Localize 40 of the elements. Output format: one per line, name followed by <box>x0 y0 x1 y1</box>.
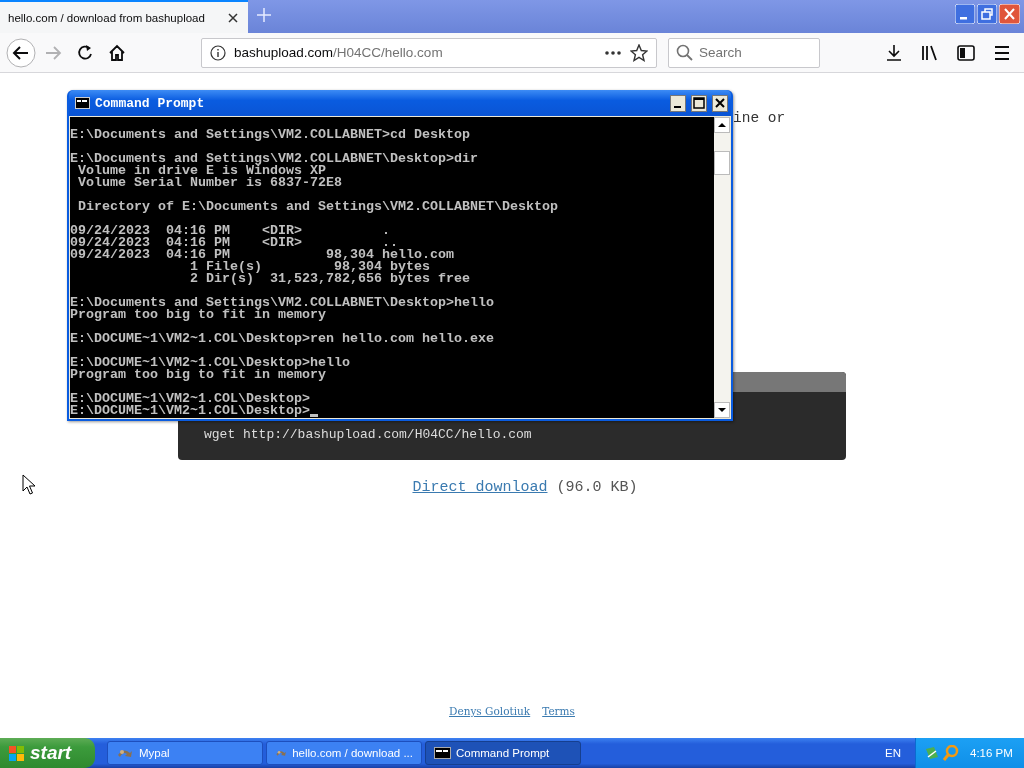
maximize-icon[interactable] <box>691 94 707 112</box>
info-icon[interactable] <box>210 44 226 61</box>
close-icon[interactable] <box>226 10 240 25</box>
download-link[interactable]: Direct download <box>412 479 548 497</box>
back-icon[interactable] <box>6 37 36 68</box>
window-title-bar[interactable]: Command Prompt <box>69 90 731 116</box>
file-size: (96.0 KB) <box>556 479 638 497</box>
start-button[interactable]: start <box>0 738 95 768</box>
scroll-up-icon[interactable] <box>714 117 730 133</box>
sidebar-icon[interactable] <box>957 43 975 62</box>
language-indicator[interactable]: EN <box>885 747 901 759</box>
scroll-down-icon[interactable] <box>714 402 730 418</box>
mouse-pointer-icon <box>22 474 36 495</box>
star-icon[interactable] <box>630 43 648 62</box>
scrollbar-thumb[interactable] <box>714 151 730 175</box>
search-field[interactable]: Search <box>668 37 820 68</box>
download-icon[interactable] <box>885 43 903 62</box>
close-icon[interactable] <box>712 94 728 112</box>
taskbar-button[interactable]: Command Prompt <box>425 741 581 765</box>
reload-icon[interactable] <box>76 43 94 62</box>
minimize-icon[interactable] <box>670 94 686 112</box>
console-icon <box>75 96 90 110</box>
search-icon <box>676 43 693 61</box>
paragraph-text: ine or <box>733 109 786 127</box>
command-text: wget http://bashupload.com/H04CC/hello.com <box>204 427 532 442</box>
restore-icon[interactable] <box>977 4 997 24</box>
menu-icon[interactable] <box>993 43 1011 62</box>
windows-logo-icon <box>8 744 25 762</box>
footer-link[interactable]: Terms <box>542 705 575 717</box>
home-icon[interactable] <box>108 43 126 62</box>
browser-tab[interactable]: hello.com / download from bashupload <box>0 0 248 33</box>
window-title: Command Prompt <box>95 95 206 111</box>
console-icon <box>434 745 451 761</box>
library-icon[interactable] <box>921 43 939 62</box>
taskbar-button[interactable]: hello.com / download ... <box>266 741 422 765</box>
console-output: E:\Documents and Settings\VM2.COLLABNET>cd Desktop E:\Documents and Settings\VM2.COLLABNET\Desktop>dir Volume in drive E is Windows XP Volume Serial Number is 6837-72E8 Directory of E:\Documents and Settings\VM2.COLLABNET\Desktop 09/24/2023 04:16 PM <DIR> . 09/24/2023 04:16 PM <DIR> .. 09/24/2023 04:16 PM 98,304 hello.com 1 File(s) 98,304 bytes 2 Dir(s) 31,523,782,656 bytes free E:\Documents and Settings\VM2.COLLABNET\Desktop>hello Program too big to fit in memory E:\DOCUME~1\VM2~1.COL\Desktop>ren hello.com hello.exe E:\DOCUME~1\VM2~1.COL\Desktop>hello Program too big to fit in memory E:\DOCUME~1\VM2~1.COL\Desktop> E:\DOCUME~1\VM2~1.COL\Desktop> <box>70 117 714 418</box>
clock: 4:16 PM <box>970 747 1013 759</box>
footer-link[interactable]: Denys Golotiuk <box>449 705 531 717</box>
scrollbar[interactable] <box>714 117 730 418</box>
taskbar-button[interactable]: Mypal <box>107 741 263 765</box>
